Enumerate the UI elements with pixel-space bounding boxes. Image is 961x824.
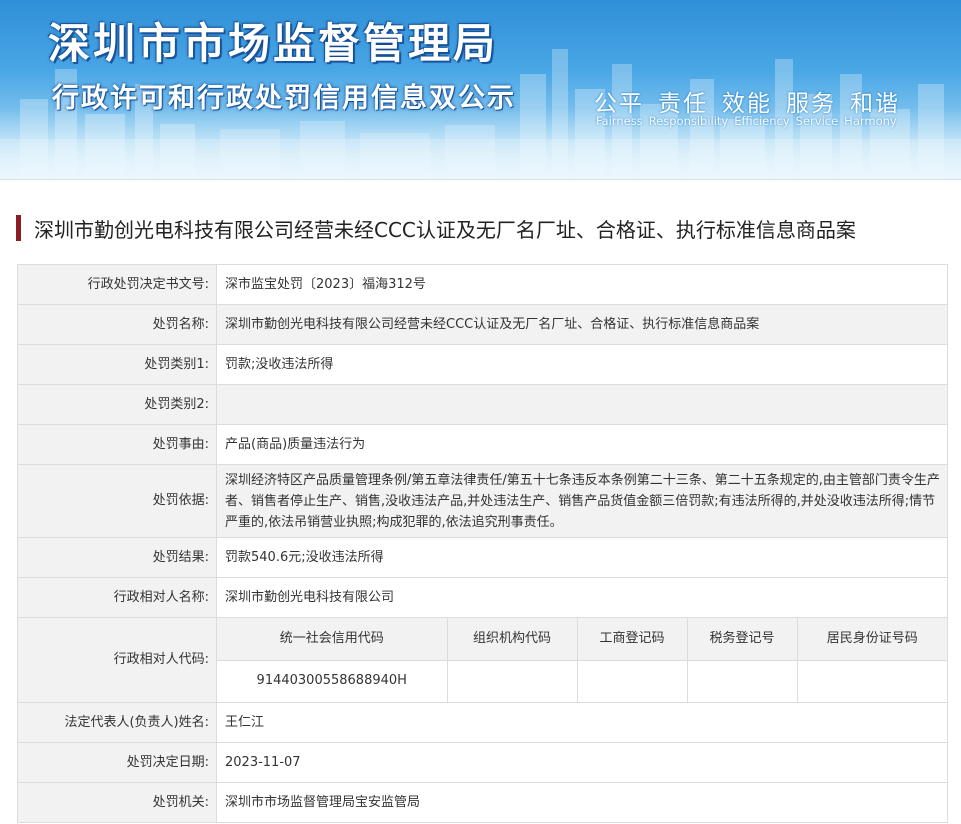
decision-no-label: 行政处罚决定书文号: xyxy=(17,264,217,305)
result-label: 处罚结果: xyxy=(17,537,217,578)
row-category2: 处罚类别2: xyxy=(17,384,948,425)
party-code-table: 统一社会信用代码 组织机构代码 工商登记码 税务登记号 居民身份证号码 9144… xyxy=(217,618,947,702)
party-name-value: 深圳市勤创光电科技有限公司 xyxy=(216,577,948,618)
row-party-code: 行政相对人代码: 统一社会信用代码 组织机构代码 工商登记码 税务登记号 居民身… xyxy=(17,617,948,703)
authority-label: 处罚机关: xyxy=(17,782,217,823)
row-penalty-name: 处罚名称: 深圳市勤创光电科技有限公司经营未经CCC认证及无厂名厂址、合格证、执… xyxy=(17,304,948,345)
slogan-en: Fairness Responsibility Efficiency Service H… xyxy=(596,114,903,128)
header-org-code: 组织机构代码 xyxy=(446,618,578,661)
header-tax-reg-no: 税务登记号 xyxy=(686,618,798,661)
value-business-reg-code xyxy=(576,659,688,702)
legal-rep-value: 王仁江 xyxy=(216,702,948,743)
party-code-header-row: 统一社会信用代码 组织机构代码 工商登记码 税务登记号 居民身份证号码 xyxy=(217,618,947,661)
row-reason: 处罚事由: 产品(商品)质量违法行为 xyxy=(17,424,948,465)
category2-value xyxy=(216,384,948,425)
basis-value: 深圳经济特区产品质量管理条例/第五章法律责任/第五十七条违反本条例第二十三条、第… xyxy=(216,464,948,538)
row-legal-rep: 法定代表人(负责人)姓名: 王仁江 xyxy=(17,702,948,743)
penalty-info-table: 行政处罚决定书文号: 深市监宝处罚〔2023〕福海312号 处罚名称: 深圳市勤… xyxy=(17,264,948,823)
case-title-section: 深圳市勤创光电科技有限公司经营未经CCC认证及无厂名厂址、合格证、执行标准信息商… xyxy=(16,213,961,243)
reason-value: 产品(商品)质量违法行为 xyxy=(216,424,948,465)
row-basis: 处罚依据: 深圳经济特区产品质量管理条例/第五章法律责任/第五十七条违反本条例第… xyxy=(17,464,948,538)
party-name-label: 行政相对人名称: xyxy=(17,577,217,618)
row-result: 处罚结果: 罚款540.6元;没收违法所得 xyxy=(17,537,948,578)
basis-label: 处罚依据: xyxy=(17,464,217,538)
site-subtitle: 行政许可和行政处罚信用信息双公示 xyxy=(52,83,516,114)
category1-label: 处罚类别1: xyxy=(17,344,217,385)
party-code-value-row: 91440300558688940H xyxy=(217,659,947,702)
slogan-responsibility-en: Responsibility xyxy=(648,114,729,128)
case-title: 深圳市勤创光电科技有限公司经营未经CCC认证及无厂名厂址、合格证、执行标准信息商… xyxy=(34,217,856,242)
decision-date-value: 2023-11-07 xyxy=(216,742,948,783)
slogan-harmony-en: Harmony xyxy=(844,114,897,128)
legal-rep-label: 法定代表人(负责人)姓名: xyxy=(17,702,217,743)
result-value: 罚款540.6元;没收违法所得 xyxy=(216,537,948,578)
slogan-fairness-en: Fairness xyxy=(596,114,643,128)
row-authority: 处罚机关: 深圳市市场监督管理局宝安监管局 xyxy=(17,782,948,823)
party-code-cell: 统一社会信用代码 组织机构代码 工商登记码 税务登记号 居民身份证号码 9144… xyxy=(216,617,948,703)
value-tax-reg-no xyxy=(686,659,798,702)
slogan-cn: 公平 责任 效能 服务 和谐 xyxy=(594,84,914,118)
row-category1: 处罚类别1: 罚款;没收违法所得 xyxy=(17,344,948,385)
title-accent-bar xyxy=(16,215,21,241)
row-decision-date: 处罚决定日期: 2023-11-07 xyxy=(17,742,948,783)
slogan-service-en: Service xyxy=(795,114,839,128)
header-id-card-no: 居民身份证号码 xyxy=(796,618,947,661)
category2-label: 处罚类别2: xyxy=(17,384,217,425)
decision-no-value: 深市监宝处罚〔2023〕福海312号 xyxy=(216,264,948,305)
header-business-reg-code: 工商登记码 xyxy=(576,618,688,661)
penalty-name-label: 处罚名称: xyxy=(17,304,217,345)
category1-value: 罚款;没收违法所得 xyxy=(216,344,948,385)
reason-label: 处罚事由: xyxy=(17,424,217,465)
site-title: 深圳市市场监督管理局 xyxy=(48,19,499,68)
value-credit-code: 91440300558688940H xyxy=(217,659,448,702)
header-credit-code: 统一社会信用代码 xyxy=(217,618,448,661)
header-banner: 深圳市市场监督管理局 行政许可和行政处罚信用信息双公示 公平 责任 效能 服务 和谐 F… xyxy=(0,0,961,180)
decision-date-label: 处罚决定日期: xyxy=(17,742,217,783)
party-code-label: 行政相对人代码: xyxy=(17,617,217,703)
value-id-card-no xyxy=(796,659,947,702)
row-decision-no: 行政处罚决定书文号: 深市监宝处罚〔2023〕福海312号 xyxy=(17,264,948,305)
row-party-name: 行政相对人名称: 深圳市勤创光电科技有限公司 xyxy=(17,577,948,618)
authority-value: 深圳市市场监督管理局宝安监管局 xyxy=(216,782,948,823)
value-org-code xyxy=(446,659,578,702)
penalty-name-value: 深圳市勤创光电科技有限公司经营未经CCC认证及无厂名厂址、合格证、执行标准信息商… xyxy=(216,304,948,345)
slogan-efficiency-en: Efficiency xyxy=(734,114,790,128)
